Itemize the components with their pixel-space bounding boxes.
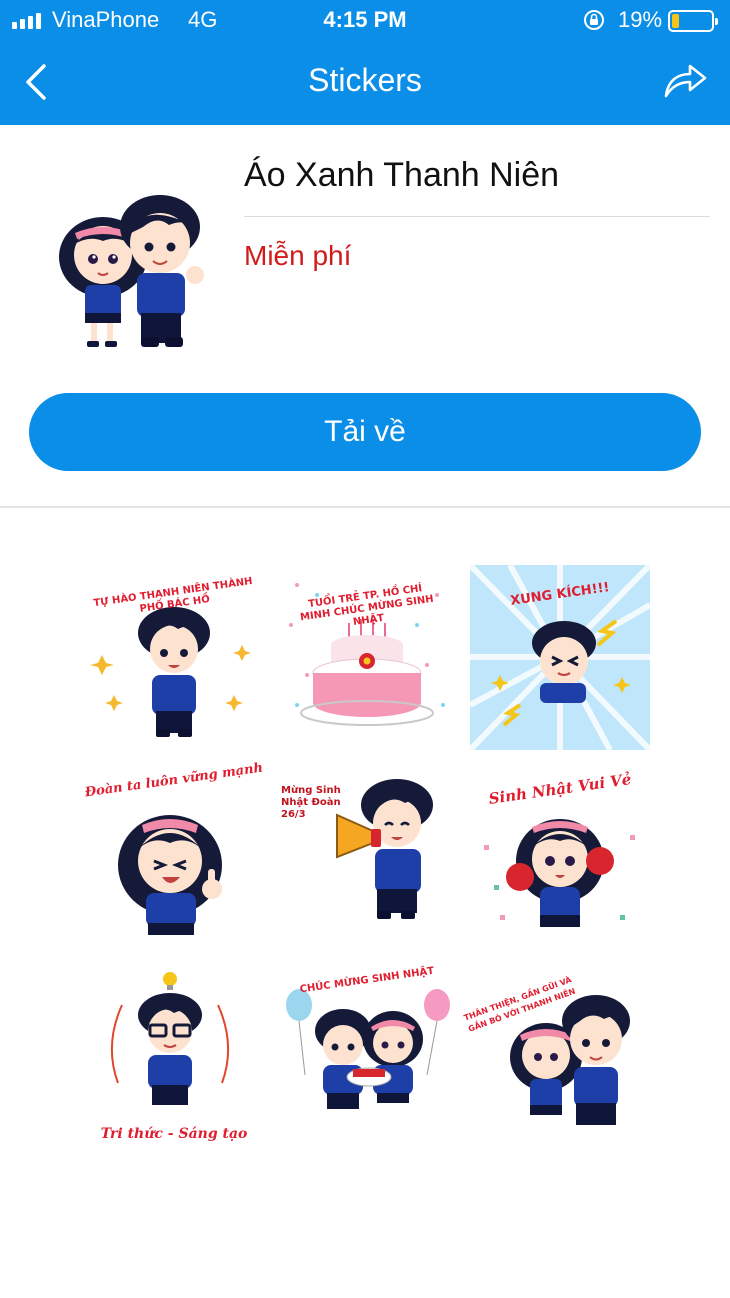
sticker-item[interactable]: THÂN THIỆN, GẦN GŨI VÀ GẮN BÓ VỚI THANH … (463, 965, 650, 1150)
sticker-item[interactable]: Sinh Nhật Vui Vẻ (470, 765, 650, 950)
orientation-lock-icon (584, 10, 604, 30)
price-label: Miễn phí (244, 240, 352, 271)
sticker-item[interactable]: Tri thức - Sáng tạo (84, 965, 264, 1150)
sticker-caption: Tri thức - Sáng tạo (100, 1126, 248, 1142)
sticker-caption: Mừng Sinh Nhật Đoàn 26/3 (281, 785, 341, 820)
section-divider (0, 506, 730, 508)
sticker-item[interactable]: Đoàn ta luôn vững mạnh (84, 761, 264, 950)
battery-icon (668, 10, 718, 32)
battery-fill (672, 14, 679, 28)
status-bar: VinaPhone 4G 4:15 PM 19% (0, 0, 730, 40)
sticker-item[interactable]: XUNG KÍCH!!! (470, 565, 650, 750)
sticker-item[interactable]: TỰ HÀO THANH NIÊN THÀNH PHỐ BÁC HỒ (84, 565, 264, 750)
sticker-grid: TỰ HÀO THANH NIÊN THÀNH PHỐ BÁC HỒ TUỔI … (84, 565, 650, 1155)
share-arrow-icon (664, 64, 707, 98)
sticker-item[interactable]: CHÚC MỪNG SINH NHẬT (277, 965, 457, 1150)
pack-title: Áo Xanh Thanh Niên (244, 156, 560, 194)
battery-nub (715, 18, 718, 25)
page-title: Stickers (308, 62, 422, 98)
sticker-item[interactable]: Mừng Sinh Nhật Đoàn 26/3 (277, 765, 457, 950)
title-divider (244, 216, 710, 217)
download-button[interactable]: Tải về (29, 393, 701, 471)
share-button[interactable] (660, 58, 710, 104)
sticker-item[interactable]: TUỔI TRẺ TP. HỒ CHÍ MINH CHÚC MỪNG SINH … (277, 565, 457, 750)
pack-cover-image (59, 195, 204, 347)
battery-percent: 19% (618, 7, 663, 32)
sticker-image (110, 972, 230, 1105)
